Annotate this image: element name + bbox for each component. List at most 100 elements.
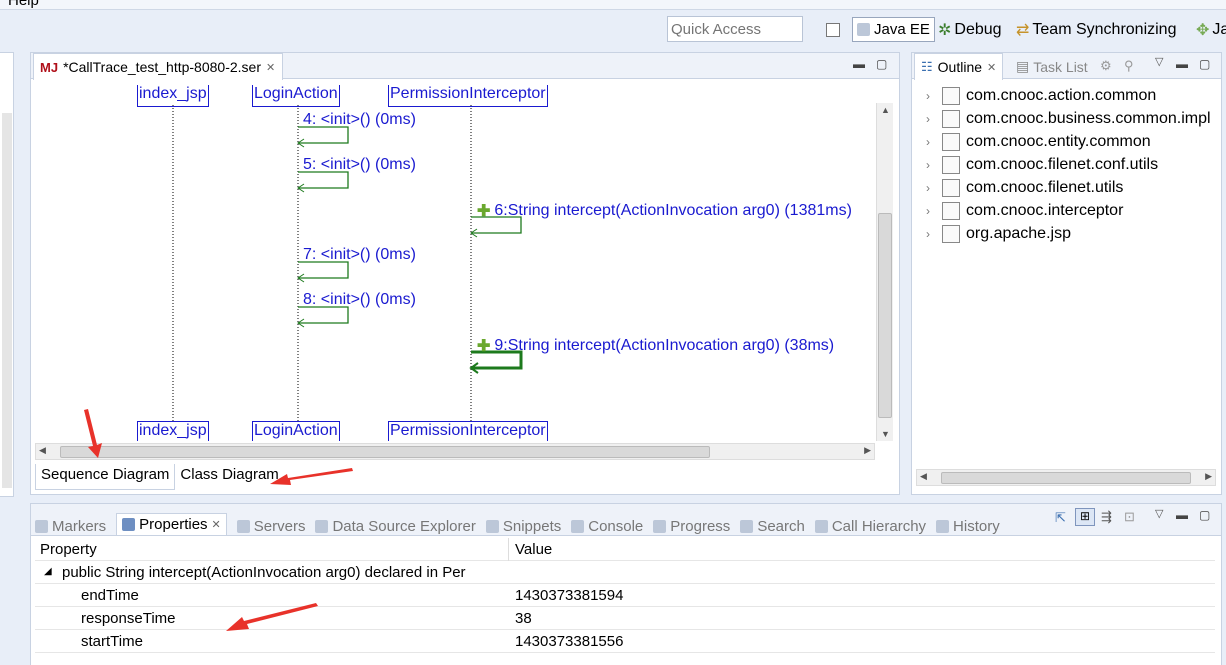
close-icon[interactable]: ✕ [987, 61, 996, 74]
outline-item[interactable]: › org.apache.jsp [926, 223, 1071, 245]
expand-plus-icon[interactable]: ✚ [477, 201, 490, 221]
minimize-icon[interactable]: ▬ [853, 57, 865, 71]
outline-item[interactable]: › com.cnooc.entity.common [926, 131, 1151, 153]
maximize-icon[interactable]: ▢ [1199, 57, 1210, 71]
lifeline-footer-index-jsp[interactable]: index_jsp [137, 421, 209, 441]
tab-properties[interactable]: Properties ✕ [116, 513, 227, 535]
message-label-8[interactable]: 8: <init>() (0ms) [303, 291, 416, 309]
focus-icon[interactable]: ⚙ [1100, 58, 1112, 74]
property-value[interactable]: 1430373381556 [515, 633, 623, 650]
open-perspective-icon[interactable] [826, 23, 840, 37]
outline-item[interactable]: › com.cnooc.filenet.utils [926, 177, 1123, 199]
tab-task-list[interactable]: ▤ Task List [1016, 58, 1088, 75]
table-row[interactable]: startTime 1430373381556 [35, 630, 1215, 653]
tab-class-diagram[interactable]: Class Diagram [175, 464, 283, 490]
scroll-up-icon[interactable]: ▲ [881, 105, 890, 115]
scroll-right-icon[interactable]: ▶ [1205, 471, 1212, 482]
tab-history[interactable]: History [936, 518, 1000, 535]
categories-icon[interactable]: ⊞ [1075, 508, 1095, 526]
expand-plus-icon[interactable]: ✚ [477, 336, 490, 356]
chevron-right-icon[interactable]: › [926, 158, 936, 172]
diagram-tab-bar: Sequence Diagram Class Diagram [35, 464, 284, 490]
scroll-thumb-horizontal[interactable] [941, 472, 1191, 484]
lifeline-footer-login-action[interactable]: LoginAction [252, 421, 340, 441]
pin-icon[interactable]: ⇱ [1055, 510, 1066, 526]
column-header-value[interactable]: Value [515, 541, 552, 558]
chevron-right-icon[interactable]: › [926, 204, 936, 218]
property-value[interactable]: 1430373381594 [515, 587, 623, 604]
tab-snippets[interactable]: Snippets [485, 518, 561, 535]
message-label-6-text: 6:String intercept(ActionInvocation arg0… [494, 202, 852, 219]
outline-horizontal-scrollbar[interactable]: ◀ ▶ [916, 469, 1216, 486]
table-row-group[interactable]: ◢ public String intercept(ActionInvocati… [35, 561, 1215, 584]
outline-item[interactable]: › com.cnooc.business.common.impl [926, 108, 1211, 130]
scroll-thumb-horizontal[interactable] [60, 446, 710, 458]
maximize-icon[interactable]: ▢ [876, 57, 887, 71]
perspective-java-ee[interactable]: Java EE [852, 17, 935, 42]
chevron-right-icon[interactable]: › [926, 135, 936, 149]
chevron-right-icon[interactable]: › [926, 181, 936, 195]
column-divider[interactable] [508, 538, 509, 561]
outline-item[interactable]: › com.cnooc.interceptor [926, 200, 1123, 222]
scroll-right-icon[interactable]: ▶ [864, 445, 871, 456]
scroll-down-icon[interactable]: ▼ [881, 429, 890, 439]
chevron-right-icon[interactable]: › [926, 89, 936, 103]
lifeline-footer-permission-interceptor[interactable]: PermissionInterceptor [388, 421, 548, 441]
scroll-thumb-vertical[interactable] [878, 213, 892, 418]
tab-outline[interactable]: ☷ Outline ✕ [914, 53, 1004, 80]
tab-progress[interactable]: Progress [653, 518, 730, 535]
close-icon[interactable]: ✕ [212, 518, 221, 531]
perspective-debug[interactable]: ✲ Debug [938, 20, 1002, 40]
table-row[interactable]: responseTime 38 [35, 607, 1215, 630]
view-menu-icon[interactable]: ▽ [1155, 55, 1163, 68]
tab-sequence-diagram[interactable]: Sequence Diagram [35, 464, 176, 490]
tab-markers-label: Markers [52, 518, 107, 535]
property-value[interactable]: 38 [515, 610, 532, 627]
scroll-left-icon[interactable]: ◀ [920, 471, 927, 482]
sequence-diagram-canvas[interactable]: index_jsp LoginAction PermissionIntercep… [31, 81, 876, 441]
snippets-icon [485, 520, 499, 533]
editor-vertical-scrollbar[interactable]: ▲ ▼ [876, 103, 893, 441]
left-scrollbar[interactable] [2, 113, 12, 488]
advanced-icon[interactable]: ⇶ [1101, 509, 1112, 525]
menu-help[interactable]: Help [8, 0, 39, 9]
tab-data-source-explorer[interactable]: Data Source Explorer [315, 518, 476, 535]
message-label-6[interactable]: ✚ 6:String intercept(ActionInvocation ar… [477, 201, 852, 221]
group-label: public String intercept(ActionInvocation… [62, 564, 466, 581]
column-header-property[interactable]: Property [40, 541, 97, 558]
message-arrow-4 [298, 126, 349, 144]
tab-search[interactable]: Search [740, 518, 805, 535]
scroll-left-icon[interactable]: ◀ [39, 445, 46, 456]
table-row[interactable]: endTime 1430373381594 [35, 584, 1215, 607]
message-label-9[interactable]: ✚ 9:String intercept(ActionInvocation ar… [477, 336, 834, 356]
perspective-java[interactable]: ✥ Ja [1196, 20, 1226, 40]
perspective-team-sync[interactable]: ⇄ Team Synchronizing [1016, 20, 1176, 40]
outline-item[interactable]: › com.cnooc.action.common [926, 85, 1156, 107]
chevron-right-icon[interactable]: › [926, 227, 936, 241]
restore-default-icon[interactable]: ⊡ [1124, 509, 1135, 525]
message-label-5[interactable]: 5: <init>() (0ms) [303, 156, 416, 174]
perspective-java-ee-label: Java EE [874, 21, 930, 38]
tab-console[interactable]: Console [571, 518, 643, 535]
outline-item-label: com.cnooc.entity.common [966, 133, 1151, 150]
close-icon[interactable]: ✕ [266, 61, 275, 74]
collapse-triangle-icon[interactable]: ◢ [44, 566, 52, 577]
message-label-7[interactable]: 7: <init>() (0ms) [303, 246, 416, 264]
outline-item[interactable]: › com.cnooc.filenet.conf.utils [926, 154, 1158, 176]
properties-icon [122, 518, 136, 531]
tab-call-hierarchy[interactable]: Call Hierarchy [814, 518, 926, 535]
search-icon [740, 520, 754, 533]
maximize-icon[interactable]: ▢ [1199, 508, 1210, 522]
chevron-right-icon[interactable]: › [926, 112, 936, 126]
filter-icon[interactable]: ⚲ [1124, 58, 1134, 74]
minimize-icon[interactable]: ▬ [1176, 508, 1188, 522]
editor-tab[interactable]: MJ *CallTrace_test_http-8080-2.ser ✕ [33, 53, 283, 80]
view-menu-icon[interactable]: ▽ [1155, 507, 1163, 520]
quick-access-input[interactable] [667, 16, 803, 42]
java-ee-icon [857, 23, 870, 36]
tab-servers[interactable]: Servers [236, 518, 305, 535]
editor-horizontal-scrollbar[interactable]: ◀ ▶ [35, 443, 875, 460]
minimize-icon[interactable]: ▬ [1176, 57, 1188, 71]
tab-markers[interactable]: Markers [35, 518, 106, 535]
message-label-4[interactable]: 4: <init>() (0ms) [303, 111, 416, 129]
